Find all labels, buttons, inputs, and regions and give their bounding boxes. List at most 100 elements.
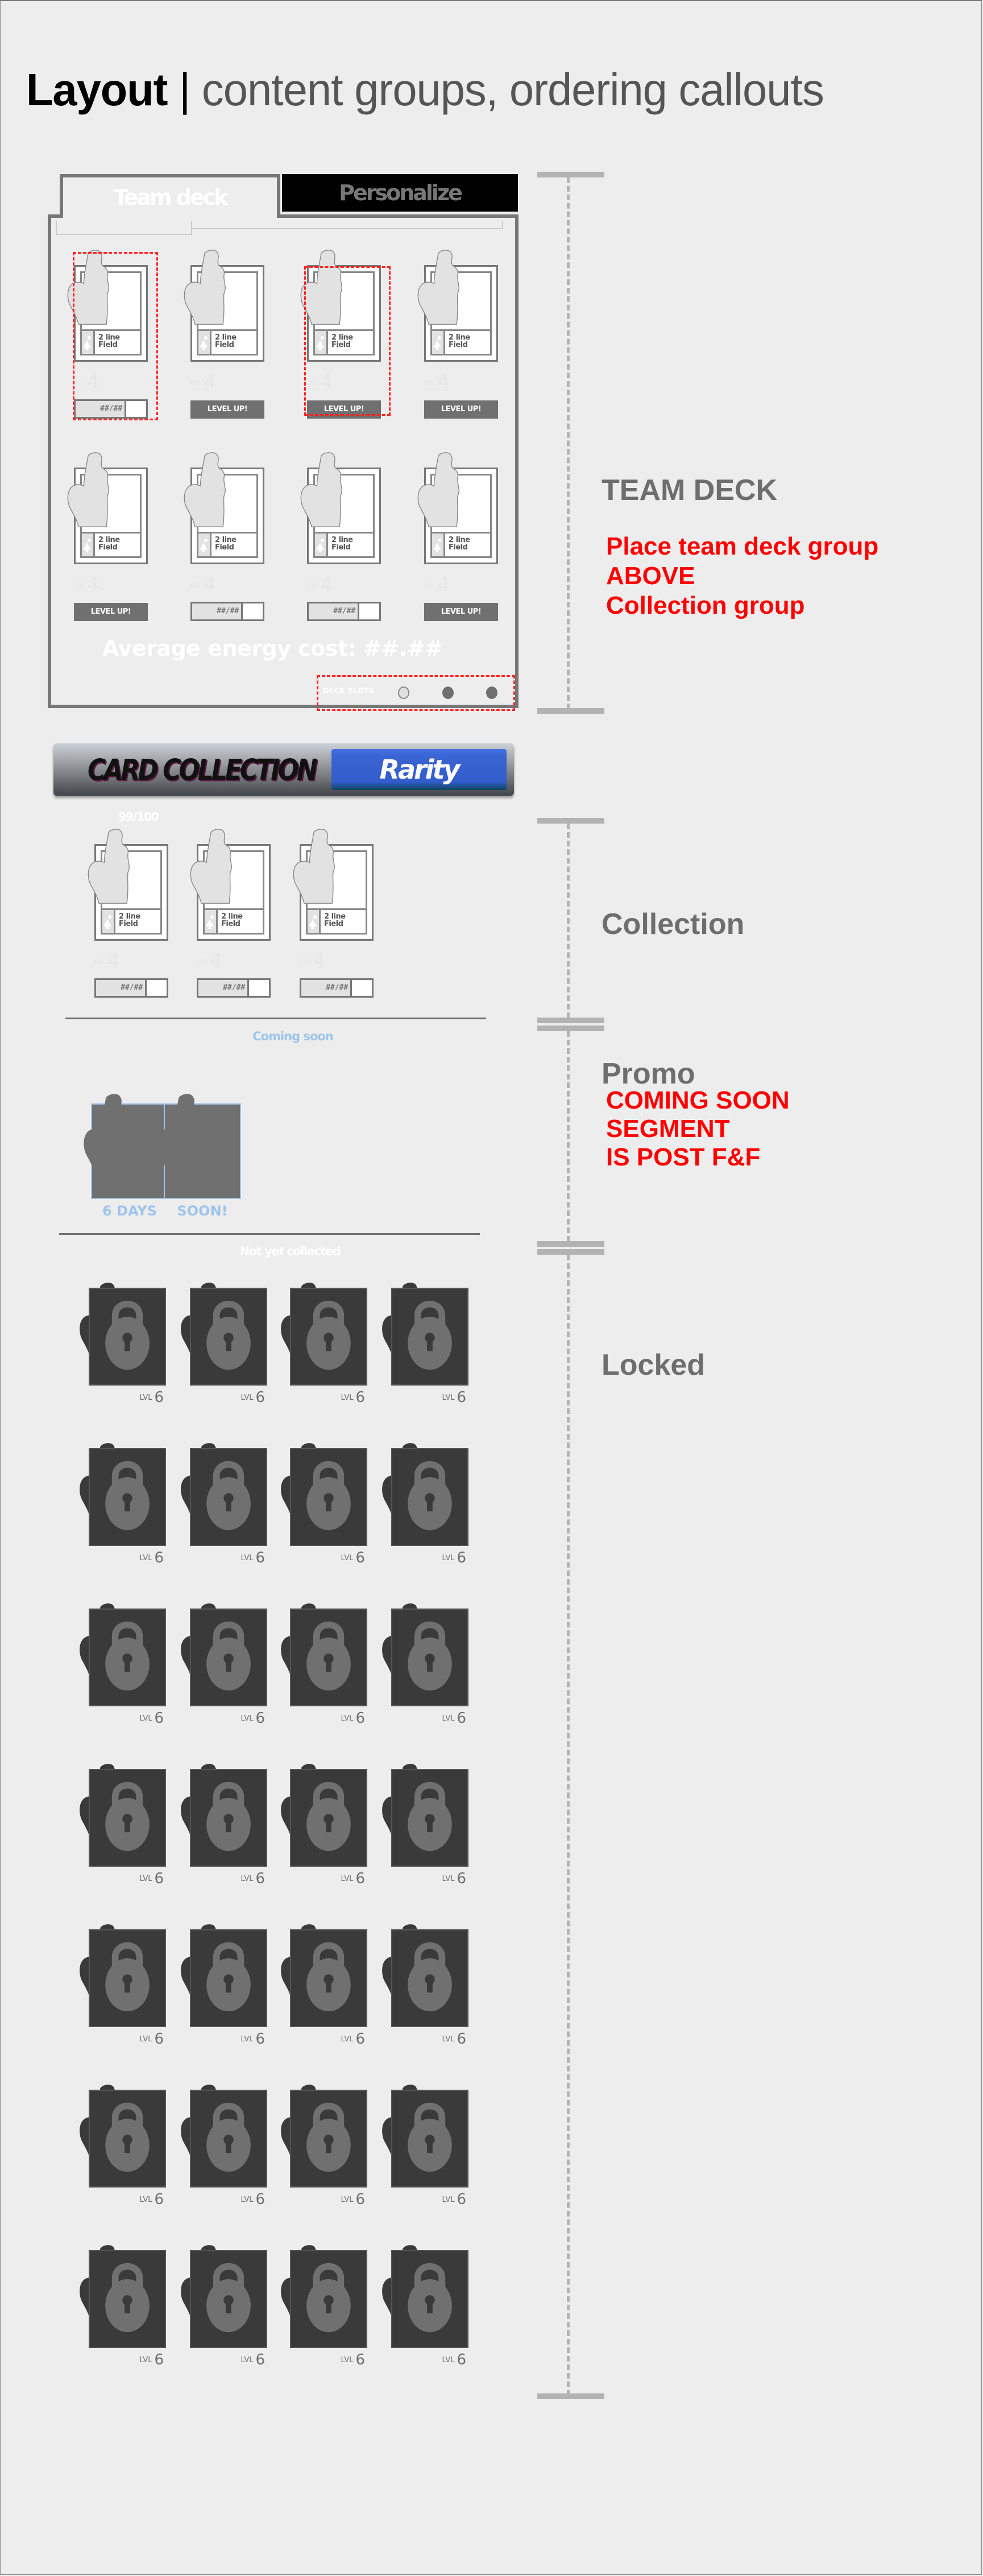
image-placeholder-icon: [316, 336, 324, 350]
padlock-icon: [408, 1461, 452, 1531]
locked-card[interactable]: LVL 6: [370, 1441, 468, 1566]
team-deck-card[interactable]: 9 2 line Field LVL4 LEVEL UP!: [298, 250, 383, 421]
card-level-label: LVL: [94, 958, 106, 966]
team-deck-card[interactable]: 9 2 line Field LVL4 ##/##: [181, 452, 267, 623]
card-art: [177, 248, 234, 326]
deck-slot-filled[interactable]: [442, 687, 454, 699]
card-art: [81, 827, 138, 905]
card-art: [183, 827, 240, 905]
card-footer: 2 line Field: [432, 532, 490, 556]
tab-personalize[interactable]: Personalize: [282, 174, 518, 212]
locked-card-level-value: 6: [255, 1710, 265, 1727]
locked-card-frame: [391, 2250, 468, 2348]
team-deck-card[interactable]: 9 2 line Field LVL4 ##/##: [298, 452, 383, 623]
card-art: [410, 248, 467, 326]
padlock-icon: [105, 1621, 150, 1691]
locked-card[interactable]: LVL 6: [168, 1281, 267, 1406]
promo-card[interactable]: SOON!: [147, 1086, 241, 1219]
collection-card[interactable]: 9 2 line Field LVL4 ##/##: [291, 829, 376, 1000]
card-field-line: Field: [98, 543, 118, 552]
locked-card[interactable]: LVL 6: [268, 1281, 367, 1406]
locked-card-level-label: LVL: [240, 2035, 254, 2044]
card-collection-title: CARD COLLECTION: [88, 754, 318, 787]
card-field-line: Field: [119, 920, 138, 928]
level-up-button[interactable]: LEVEL UP!: [424, 400, 498, 419]
bracket-cap-promo-top: [537, 1026, 604, 1031]
team-deck-card[interactable]: 9 2 line Field LVL4 LEVEL UP!: [181, 250, 267, 421]
locked-card[interactable]: LVL 6: [168, 1922, 267, 2048]
padlock-icon: [306, 1621, 351, 1691]
card-progress-text: ##/##: [192, 603, 243, 619]
team-deck-card[interactable]: 9 2 line Field LVL4 LEVEL UP!: [415, 250, 500, 421]
padlock-icon: [408, 1942, 452, 2012]
team-deck-card[interactable]: 9 2 line Field LVL4 LEVEL UP!: [415, 452, 500, 623]
hand-silhouette-icon: [184, 250, 226, 325]
locked-card-level: LVL 6: [140, 1389, 164, 1406]
locked-card-level-value: 6: [457, 1710, 466, 1727]
locked-card[interactable]: LVL 6: [370, 2083, 468, 2208]
locked-card[interactable]: LVL 6: [268, 1441, 367, 1566]
locked-card-level-label: LVL: [341, 1875, 354, 1883]
locked-card[interactable]: LVL 6: [370, 1762, 468, 1887]
deck-slot-empty[interactable]: [398, 687, 409, 699]
level-up-button[interactable]: LEVEL UP!: [307, 400, 381, 419]
team-deck-card[interactable]: 9 2 line Field LVL4 LEVEL UP!: [65, 452, 150, 623]
locked-card[interactable]: LVL 6: [168, 2083, 267, 2208]
locked-card-level: LVL 6: [140, 1870, 164, 1887]
locked-card[interactable]: LVL 6: [67, 2243, 166, 2368]
annotation-line: SEGMENT: [606, 1115, 730, 1143]
level-up-button[interactable]: LEVEL UP!: [190, 400, 264, 419]
locked-card[interactable]: LVL 6: [370, 1281, 468, 1406]
locked-card[interactable]: LVL 6: [67, 1922, 166, 2048]
locked-card[interactable]: LVL 6: [67, 1441, 166, 1566]
locked-card[interactable]: LVL 6: [268, 1762, 367, 1887]
locked-card[interactable]: LVL 6: [67, 2083, 166, 2208]
locked-card[interactable]: LVL 6: [168, 1602, 267, 1727]
hand-silhouette-icon: [84, 1094, 130, 1176]
card-thumbnail: [82, 331, 95, 354]
not-yet-collected-heading: Not yet collected: [239, 1244, 341, 1258]
locked-card-level-label: LVL: [139, 2356, 152, 2364]
card-level: LVL4: [307, 371, 333, 394]
promo-card[interactable]: 6 DAYS: [74, 1086, 168, 1219]
card-art: [60, 450, 117, 529]
locked-card[interactable]: LVL 6: [370, 1922, 468, 2048]
tab-team-deck[interactable]: Team deck: [60, 174, 280, 217]
locked-card[interactable]: LVL 6: [370, 2243, 468, 2368]
collection-card[interactable]: 9 2 line Field LVL4 ##/##: [85, 829, 171, 1000]
deck-slot-filled[interactable]: [486, 687, 497, 699]
card-field-line: Field: [215, 543, 234, 552]
locked-card[interactable]: LVL 6: [168, 2243, 267, 2368]
rarity-sort-button[interactable]: Rarity: [331, 749, 507, 790]
locked-card[interactable]: LVL 6: [268, 1602, 367, 1727]
locked-card-frame: [391, 1769, 468, 1867]
card-level-value: 4: [87, 573, 99, 596]
locked-card[interactable]: LVL 6: [370, 1602, 468, 1727]
locked-card-frame: [391, 1448, 468, 1546]
image-placeholder-icon: [83, 336, 91, 350]
locked-card-level-label: LVL: [139, 1714, 152, 1723]
locked-card[interactable]: LVL 6: [67, 1602, 166, 1727]
locked-card-level-value: 6: [255, 1549, 265, 1566]
level-up-button[interactable]: LEVEL UP!: [74, 603, 148, 621]
card-thumbnail: [315, 534, 328, 556]
locked-card[interactable]: LVL 6: [67, 1281, 166, 1406]
locked-card[interactable]: LVL 6: [168, 1441, 267, 1566]
team-deck-card[interactable]: 9 2 line Field LVL4 ##/##: [65, 250, 150, 421]
locked-card-frame: [391, 2090, 468, 2188]
locked-card[interactable]: LVL 6: [168, 1762, 267, 1887]
hand-silhouette-icon: [300, 452, 342, 527]
bracket-cap-collection-top: [537, 818, 604, 824]
locked-card[interactable]: LVL 6: [268, 1922, 367, 2048]
locked-card[interactable]: LVL 6: [268, 2243, 367, 2368]
locked-card-level: LVL 6: [241, 1710, 266, 1727]
locked-card-level-value: 6: [255, 2191, 265, 2208]
card-level-value: 4: [313, 950, 325, 973]
locked-card[interactable]: LVL 6: [67, 1762, 166, 1887]
locked-card-level-value: 6: [255, 1389, 265, 1406]
locked-card[interactable]: LVL 6: [268, 2083, 367, 2208]
collection-card[interactable]: 9 2 line Field LVL4 ##/##: [188, 829, 273, 1000]
card-level: LVL4: [424, 371, 450, 394]
padlock-icon: [408, 1621, 452, 1691]
level-up-button[interactable]: LEVEL UP!: [424, 603, 498, 621]
